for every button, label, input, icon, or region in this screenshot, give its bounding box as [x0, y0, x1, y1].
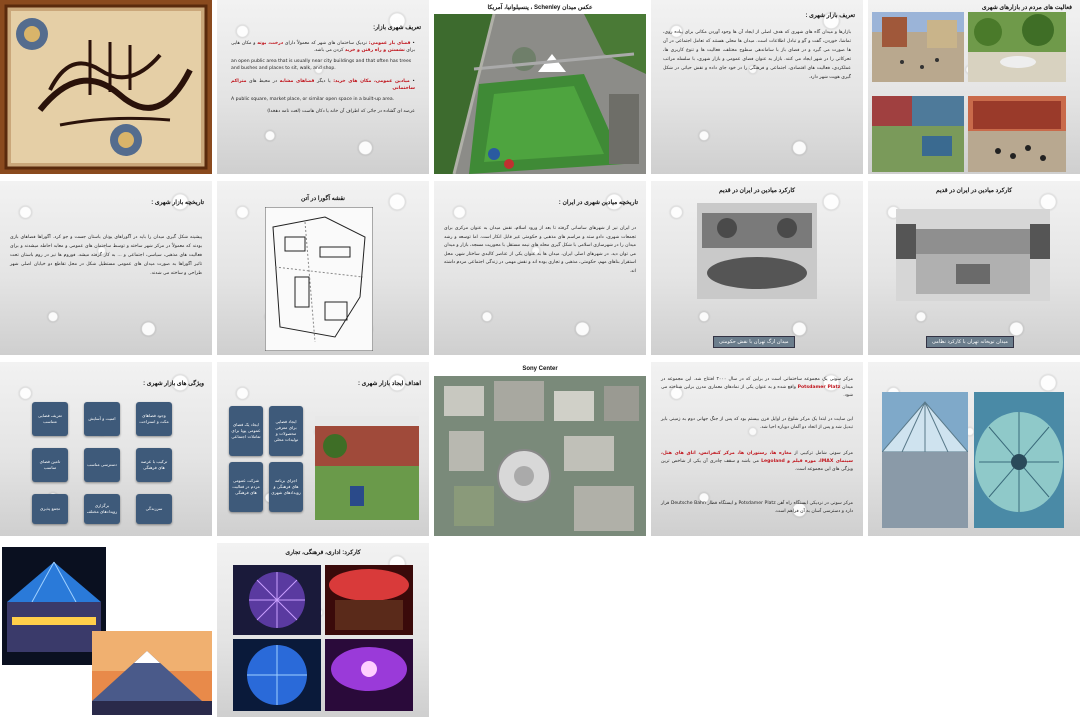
sony-paragraph-2: این سایت در ابتدا یک مرکز شلوغ در اوایل …: [661, 417, 853, 430]
sony-paragraph-4: مرکز سونی در نزدیکی ایستگاه راه آهن Pots…: [661, 501, 854, 514]
aerial-photo: [434, 14, 646, 174]
slide-body-text: در ایران نیز از شهرهای ساسانی گرفته تا ب…: [444, 226, 636, 274]
feature-cell: امنیت و آسایش: [84, 402, 120, 436]
historic-photo-arg: [697, 203, 817, 299]
sony-center-aerial: [434, 376, 646, 536]
slide-16-night-mountain[interactable]: [0, 543, 212, 717]
slide-title: کارکرد میادین در ایران در قدیم: [718, 188, 796, 194]
function-photo-3: [233, 639, 321, 711]
goal-cell: ایجاد فضایی برای معرفی محصولات و تولیدات…: [269, 406, 303, 456]
slide-7-agora-map[interactable]: نقشه آگورا در آتن: [217, 181, 429, 355]
slide-6-history[interactable]: تاریخچه بازار شهری : پیشینه شکل گیری مید…: [0, 181, 212, 355]
slide-17-functions[interactable]: کارکرد: اداری، فرهنگی، تجاری: [217, 543, 429, 717]
definition-1: • فضای باز عمومی: نزدیک ساختمان های شهر …: [231, 41, 416, 53]
definition-2: • میادین عمومی، مکان های خرید: یا دیگر ف…: [231, 79, 415, 91]
slide-13-sony-center[interactable]: Sony Center: [434, 362, 646, 536]
slide-body-text: بازارها و میدان گاه های شهری که هدف اصلی…: [663, 30, 851, 80]
slide-title: فعالیت های مردم در بازارهای شهری: [981, 5, 1072, 11]
sony-night-photo: [2, 547, 106, 665]
slide-title: کارکرد: اداری، فرهنگی، تجاری: [285, 550, 361, 556]
slide-12-goals[interactable]: اهداف ایجاد بازار شهری : ایجاد یک فضای ع…: [217, 362, 429, 536]
slide-title: ویژگی های بازار شهری :: [143, 381, 204, 387]
feature-cell: وجود فضاهای مکث و استراحت: [136, 402, 172, 436]
photo-plaza-2: [968, 12, 1066, 82]
slide-title: تعریف بازار شهری :: [805, 13, 855, 19]
slide-title: تاریخچه بازار شهری :: [151, 200, 204, 206]
feature-cell: تجمع پذیری: [32, 494, 68, 524]
slide-title: Sony Center: [522, 366, 558, 372]
slide-title: نقشه آگورا در آتن: [301, 196, 345, 202]
photo-plaza-1: [872, 12, 964, 82]
slide-5-activities[interactable]: فعالیت های مردم در بازارهای شهری: [868, 0, 1080, 174]
slide-2-definition[interactable]: تعریف شهری بازار: • فضای باز عمومی: نزدی…: [217, 0, 429, 174]
photo-plaza-3: [872, 96, 964, 172]
feature-cell: ترکیب با عرصه های فرهنگی: [136, 448, 172, 482]
sony-paragraph-3: مرکز سونی شامل ترکیبی از مغازه ها، رستور…: [661, 451, 853, 472]
slide-title: کارکرد میادین در ایران در قدیم: [935, 188, 1013, 194]
sony-paragraph-1: مرکز سونی یک مجموعه ساختمانی است در برلی…: [661, 377, 854, 398]
photo-caption: میدان توپخانه تهران با کارکرد نظامی: [926, 336, 1014, 348]
historic-photo-toopkhaneh: [896, 209, 1050, 301]
calligraphy-ornament: [0, 0, 212, 174]
agora-plan-drawing: [265, 207, 373, 351]
plaza-photo: [315, 416, 419, 520]
slide-9-arg-square[interactable]: کارکرد میادین در ایران در قدیم میدان ارگ…: [651, 181, 863, 355]
definition-2-en: A public square, market place, or simila…: [231, 97, 395, 102]
function-photo-2: [325, 565, 413, 635]
slide-1-calligraphy[interactable]: [0, 0, 212, 174]
photo-caption: میدان ارگ تهران با نقش حکومتی: [713, 336, 795, 348]
slide-title: تعریف شهری بازار:: [373, 25, 421, 31]
slide-4-bazaar-definition[interactable]: تعریف بازار شهری : بازارها و میدان گاه ه…: [651, 0, 863, 174]
feature-cell: تعریف فضایی متناسب: [32, 402, 68, 436]
slide-8-iran-history[interactable]: تاریخچه میادین شهری در ایران : در ایران …: [434, 181, 646, 355]
mountain-photo: [92, 631, 212, 715]
feature-cell: برگزاری رویدادهای مختلف: [84, 494, 120, 524]
slide-14-sony-text[interactable]: مرکز سونی یک مجموعه ساختمانی است در برلی…: [651, 362, 863, 536]
slide-title: عکس میدان Schenley ، پنسیلوانیا، آمریکا: [487, 5, 593, 11]
definition-1-en: an open public area that is usually near…: [231, 59, 412, 71]
goal-cell: شرکت عمومی مردم در فعالیت های فرهنگی: [229, 462, 263, 512]
sony-roof-photo-2: [974, 392, 1064, 528]
slide-3-schenley[interactable]: عکس میدان Schenley ، پنسیلوانیا، آمریکا: [434, 0, 646, 174]
slide-title: تاریخچه میادین شهری در ایران :: [558, 200, 638, 206]
definition-3: عرصه ای گشاده در جائی که اطراف آن خانه ی…: [267, 109, 415, 114]
slide-body-text: پیشینه شکل گیری میدان را باید در آگوراها…: [10, 235, 202, 276]
feature-cell: تامین فضای مناسب: [32, 448, 68, 482]
goal-cell: اجرای برنامه های فرهنگی و رویدادهای شهری: [269, 462, 303, 512]
slide-title: اهداف ایجاد بازار شهری :: [357, 381, 421, 387]
function-photo-1: [233, 565, 321, 635]
slide-11-characteristics[interactable]: ویژگی های بازار شهری : تعریف فضایی متناس…: [0, 362, 212, 536]
feature-cell: سرزندگی: [136, 494, 172, 524]
photo-plaza-4: [968, 96, 1066, 172]
feature-cell: دسترسی مناسب: [84, 448, 120, 482]
sony-roof-photo-1: [882, 392, 968, 528]
goal-cell: ایجاد یک فضای عمومی پویا برای تعاملات اج…: [229, 406, 263, 456]
slide-15-sony-roof[interactable]: [868, 362, 1080, 536]
slide-10-toopkhaneh[interactable]: کارکرد میادین در ایران در قدیم میدان توپ…: [868, 181, 1080, 355]
function-photo-4: [325, 639, 413, 711]
